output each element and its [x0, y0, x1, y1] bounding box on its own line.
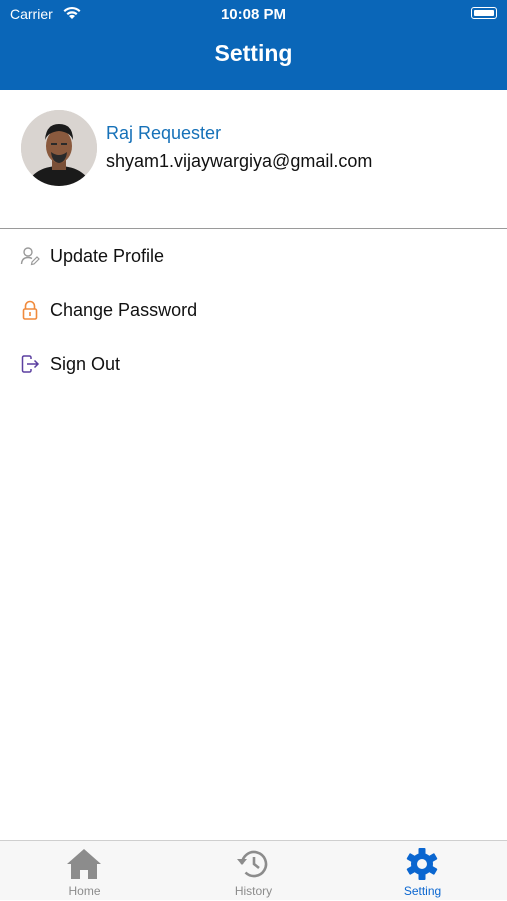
tab-home[interactable]: Home [0, 841, 169, 901]
avatar [21, 110, 97, 186]
menu-item-sign-out[interactable]: Sign Out [0, 341, 507, 387]
tab-label: Setting [403, 884, 442, 898]
history-icon [237, 850, 268, 878]
lock-icon [22, 300, 38, 320]
status-bar: Carrier 10:08 PM [0, 0, 507, 28]
avatar-portrait-icon [21, 110, 97, 186]
menu-item-label: Sign Out [50, 354, 121, 374]
profile-email: shyam1.vijaywargiya@gmail.com [106, 151, 373, 171]
profile-section: Raj Requester shyam1.vijaywargiya@gmail.… [0, 90, 507, 228]
page-title: Setting [214, 40, 293, 66]
tab-setting[interactable]: Setting [338, 841, 507, 901]
tab-history[interactable]: History [169, 841, 338, 901]
clock: 10:08 PM [220, 6, 287, 23]
section-divider [0, 228, 507, 229]
menu-item-label: Change Password [50, 300, 198, 320]
menu-item-label: Update Profile [50, 246, 165, 266]
tab-label: Home [68, 884, 101, 898]
navigation-bar: Carrier 10:08 PM Setting [0, 0, 507, 90]
profile-name: Raj Requester [106, 123, 222, 143]
gear-icon [406, 848, 438, 880]
menu-item-update-profile[interactable]: Update Profile [0, 233, 507, 279]
tab-bar: Home History Setting [0, 840, 507, 900]
sign-out-icon [21, 355, 40, 373]
user-edit-icon [20, 247, 40, 266]
tab-label: History [234, 884, 273, 898]
menu-item-change-password[interactable]: Change Password [0, 287, 507, 333]
battery-icon [471, 7, 497, 19]
home-icon [67, 849, 101, 879]
